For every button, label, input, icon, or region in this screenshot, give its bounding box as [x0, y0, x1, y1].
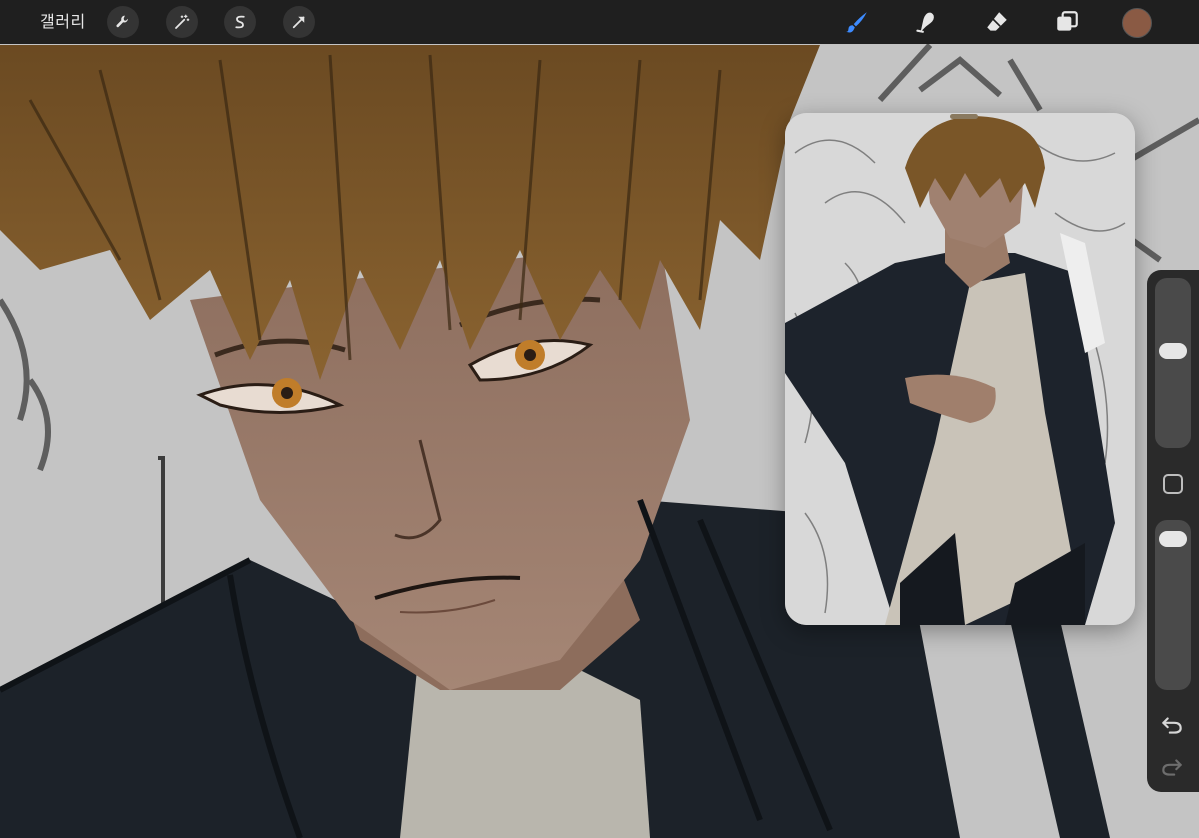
eraser-icon[interactable]	[980, 5, 1014, 39]
undo-icon[interactable]	[1159, 712, 1185, 738]
brush-icon[interactable]	[840, 5, 874, 39]
reference-drag-handle[interactable]	[950, 114, 978, 119]
magic-wand-icon[interactable]	[166, 6, 198, 38]
smudge-icon[interactable]	[908, 5, 942, 39]
gallery-button[interactable]: 갤러리	[40, 0, 86, 44]
brush-size-slider[interactable]	[1155, 278, 1191, 448]
layers-icon[interactable]	[1050, 5, 1084, 39]
opacity-slider[interactable]	[1155, 520, 1191, 690]
modifier-button[interactable]	[1163, 474, 1183, 494]
wrench-icon[interactable]	[107, 6, 139, 38]
selection-s-icon[interactable]	[224, 6, 256, 38]
brush-size-thumb[interactable]	[1159, 343, 1187, 360]
side-bar	[1147, 270, 1199, 792]
opacity-thumb[interactable]	[1159, 531, 1187, 548]
transform-arrow-icon[interactable]	[283, 6, 315, 38]
reference-image	[785, 113, 1135, 625]
color-picker-swatch[interactable]	[1122, 8, 1152, 38]
reference-window[interactable]	[785, 113, 1135, 625]
redo-icon[interactable]	[1159, 754, 1185, 780]
top-toolbar: 갤러리	[0, 0, 1199, 44]
